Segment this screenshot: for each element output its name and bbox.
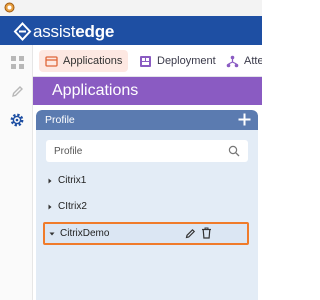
pencil-icon[interactable] <box>185 228 196 239</box>
assistedge-logo-icon <box>13 21 32 41</box>
profile-panel-title: Profile <box>45 114 75 126</box>
profile-search-box <box>46 140 248 162</box>
profile-item-label: CItrix2 <box>58 201 87 212</box>
expand-arrow-icon[interactable] <box>47 204 53 210</box>
page-title: Applications <box>52 82 139 99</box>
profile-tree-item[interactable]: CItrix2 <box>36 196 258 218</box>
trash-icon[interactable] <box>201 227 212 239</box>
window-titlebar <box>0 0 262 16</box>
profile-tree-item-selected[interactable]: CitrixDemo <box>43 222 249 245</box>
sidebar-settings-button[interactable] <box>8 111 26 129</box>
profile-panel: Profile Citrix1 CItrix2 <box>36 110 258 300</box>
collapse-arrow-icon[interactable] <box>49 231 55 237</box>
app-window-icon <box>4 2 15 13</box>
add-profile-button[interactable] <box>237 112 252 127</box>
brand-bar: assistedge <box>0 16 262 45</box>
grid-icon <box>10 55 24 69</box>
app-window: assistedge Applications Deployment Atte … <box>0 0 262 300</box>
profile-item-label: CitrixDemo <box>60 228 110 239</box>
expand-arrow-icon[interactable] <box>47 178 53 184</box>
applications-icon <box>45 55 58 67</box>
pencil-icon <box>11 85 23 97</box>
logo-text-light: assist <box>33 21 76 41</box>
nav-tab-label: Deployment <box>157 55 216 67</box>
search-icon[interactable] <box>228 145 240 157</box>
profile-panel-header: Profile <box>36 110 258 130</box>
nav-tab-label: Atten <box>244 55 262 67</box>
gear-icon <box>10 113 24 127</box>
sidebar-grid-button[interactable] <box>8 53 26 71</box>
profile-item-label: Citrix1 <box>58 175 87 186</box>
assistedge-logo: assistedge <box>13 21 114 41</box>
top-nav: Applications Deployment Atten <box>33 45 262 77</box>
nav-tab-deployment[interactable]: Deployment <box>133 50 222 72</box>
nav-tab-attendance[interactable]: Atten <box>220 50 262 72</box>
nav-tab-applications[interactable]: Applications <box>39 50 129 72</box>
sidebar-edit-button[interactable] <box>8 82 26 100</box>
logo-text-bold: edge <box>75 21 115 41</box>
profile-search-input[interactable] <box>54 144 224 158</box>
profile-tree-item[interactable]: Citrix1 <box>36 170 258 192</box>
left-sidebar <box>0 45 33 300</box>
hierarchy-icon <box>226 55 239 67</box>
nav-tab-label: Applications <box>63 55 123 67</box>
deployment-icon <box>140 55 151 67</box>
page-header: Applications <box>33 77 262 105</box>
